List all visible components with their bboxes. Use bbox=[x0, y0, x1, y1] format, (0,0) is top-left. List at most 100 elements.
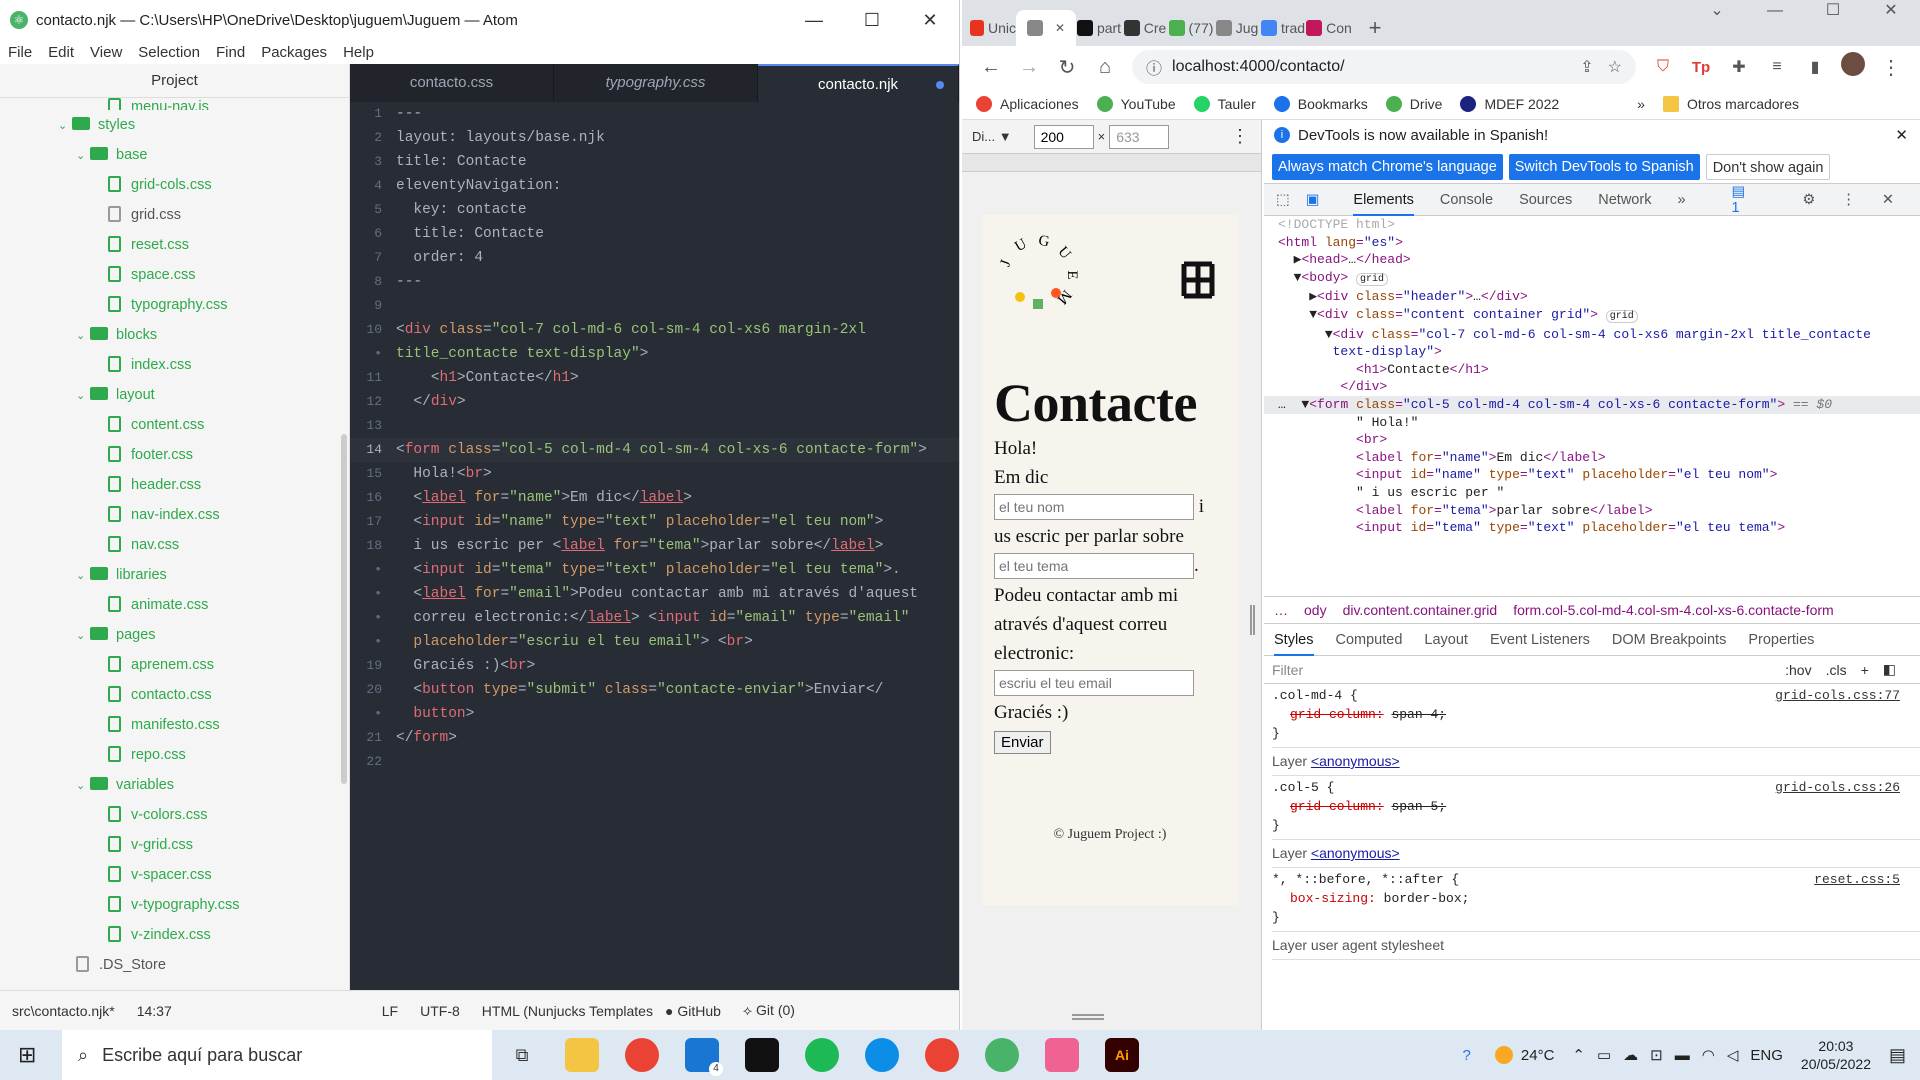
dont-show-button[interactable]: Don't show again bbox=[1705, 153, 1831, 180]
close-devtools-icon[interactable]: ✕ bbox=[1882, 192, 1894, 208]
browser-tab[interactable]: part bbox=[1076, 10, 1122, 46]
match-language-button[interactable]: Always match Chrome's language bbox=[1272, 153, 1503, 180]
mail-icon[interactable]: 4 bbox=[685, 1038, 723, 1076]
filter-input[interactable]: Filter bbox=[1272, 662, 1785, 678]
resize-handle[interactable] bbox=[1250, 605, 1255, 635]
illustrator-icon[interactable]: Ai bbox=[1105, 1038, 1139, 1072]
more-bookmarks-icon[interactable]: » bbox=[1637, 96, 1645, 112]
rule-declaration[interactable]: grid-column: span 5; bbox=[1272, 797, 1920, 816]
code-line[interactable]: 12 </div> bbox=[350, 390, 959, 414]
computed-toggle-icon[interactable]: ◧ bbox=[1883, 661, 1896, 678]
netflix-icon[interactable] bbox=[745, 1038, 779, 1072]
dom-node[interactable]: </div> bbox=[1278, 378, 1920, 396]
temperature[interactable]: 24°C bbox=[1521, 1047, 1555, 1064]
edge-icon[interactable] bbox=[865, 1038, 899, 1072]
code-editor[interactable]: contacto.css typography.css contacto.njk 1… bbox=[350, 64, 959, 990]
file-item[interactable]: menu-nav.js bbox=[0, 98, 349, 110]
dom-node[interactable]: ▼<div class="col-7 col-md-6 col-sm-4 col… bbox=[1278, 326, 1920, 344]
rule-source-link[interactable]: grid-cols.css:77 bbox=[1775, 686, 1900, 705]
file-item[interactable]: nav-index.css bbox=[0, 500, 349, 530]
code-line[interactable]: 4 eleventyNavigation: bbox=[350, 174, 959, 198]
file-item[interactable]: grid-cols.css bbox=[0, 170, 349, 200]
rule-declaration[interactable]: box-sizing: border-box; bbox=[1272, 889, 1920, 908]
devtools-tab-sources[interactable]: Sources bbox=[1519, 192, 1572, 208]
chrome-menu-icon[interactable]: ⋮ bbox=[1872, 55, 1910, 80]
tema-input[interactable] bbox=[994, 553, 1194, 579]
dom-node[interactable]: <label for="name">Em dic</label> bbox=[1278, 449, 1920, 467]
folder-item[interactable]: ⌄ layout bbox=[0, 380, 349, 410]
dom-node[interactable]: ▶<head>…</head> bbox=[1278, 251, 1920, 269]
status-encoding[interactable]: UTF-8 bbox=[420, 1003, 460, 1019]
more-icon[interactable]: ⋮ bbox=[1231, 126, 1249, 147]
battery-icon[interactable]: ▬ bbox=[1675, 1047, 1690, 1064]
browser-tab[interactable]: Jug bbox=[1214, 10, 1260, 46]
chevron-up-icon[interactable]: ⌃ bbox=[1572, 1046, 1585, 1064]
layer-link[interactable]: <anonymous> bbox=[1311, 753, 1400, 769]
folder-item[interactable]: ⌄ libraries bbox=[0, 560, 349, 590]
star-icon[interactable]: ☆ bbox=[1608, 57, 1622, 77]
extension-tp-icon[interactable]: Tp bbox=[1682, 59, 1720, 76]
close-tab-icon[interactable]: ✕ bbox=[1055, 21, 1065, 35]
cls-button[interactable]: .cls bbox=[1826, 662, 1847, 678]
dom-node[interactable]: <html lang="es"> bbox=[1278, 234, 1920, 252]
status-eol[interactable]: LF bbox=[382, 1003, 398, 1019]
menu-item-file[interactable]: File bbox=[8, 44, 32, 61]
bookmark-item[interactable]: MDEF 2022 bbox=[1460, 95, 1559, 112]
code-line[interactable]: 19 Graciés :)<br> bbox=[350, 654, 959, 678]
dom-node[interactable]: ▼<div class="content container grid"> gr… bbox=[1278, 306, 1920, 326]
code-line[interactable]: 3 title: Contacte bbox=[350, 150, 959, 174]
menu-icon[interactable] bbox=[1180, 260, 1216, 300]
folder-item[interactable]: ⌄ base bbox=[0, 140, 349, 170]
file-item[interactable]: v-typography.css bbox=[0, 890, 349, 920]
file-item[interactable]: animate.css bbox=[0, 590, 349, 620]
code-line[interactable]: 7 order: 4 bbox=[350, 246, 959, 270]
file-explorer-icon[interactable] bbox=[565, 1038, 599, 1072]
url-input[interactable]: ⓘ localhost:4000/contacto/ ⇪ ☆ bbox=[1132, 50, 1636, 84]
dom-node-selected[interactable]: … ▼<form class="col-5 col-md-4 col-sm-4 … bbox=[1264, 395, 1920, 414]
menu-item-view[interactable]: View bbox=[90, 44, 122, 61]
style-rule[interactable]: *, *::before, *::after {reset.css:5 box-s… bbox=[1272, 868, 1920, 932]
windows-start-icon[interactable]: ⊞ bbox=[18, 1042, 36, 1068]
name-input[interactable] bbox=[994, 494, 1194, 520]
device-icon[interactable]: ▭ bbox=[1597, 1046, 1611, 1064]
minimize-button[interactable]: — bbox=[1746, 0, 1804, 22]
inspect-icon[interactable]: ⬚ bbox=[1276, 192, 1290, 208]
kebab-menu-icon[interactable]: ⋮ bbox=[1841, 192, 1856, 208]
menu-item-selection[interactable]: Selection bbox=[138, 44, 200, 61]
chrome-profile-icon[interactable] bbox=[925, 1038, 959, 1072]
status-path[interactable]: src\contacto.njk* bbox=[12, 1003, 115, 1019]
code-line[interactable]: 20 <button type="submit" class="contacte… bbox=[350, 678, 959, 702]
width-input[interactable] bbox=[1033, 124, 1094, 149]
menu-item-edit[interactable]: Edit bbox=[48, 44, 74, 61]
code-line[interactable]: 14 <form class="col-5 col-md-4 col-sm-4 c… bbox=[350, 438, 959, 462]
browser-tab[interactable]: ✕ bbox=[1016, 10, 1076, 46]
code-line[interactable]: 6 title: Contacte bbox=[350, 222, 959, 246]
dom-node[interactable]: ▼<body> grid bbox=[1278, 269, 1920, 289]
resize-handle-bottom[interactable] bbox=[1072, 1014, 1104, 1020]
issues-badge[interactable]: ▤ 1 bbox=[1732, 184, 1767, 216]
style-rule[interactable]: .col-5 {grid-cols.css:26 grid-column: spa… bbox=[1272, 776, 1920, 840]
code-line[interactable]: 5 key: contacte bbox=[350, 198, 959, 222]
styles-tab[interactable]: Event Listeners bbox=[1490, 632, 1590, 648]
dom-node[interactable]: <!DOCTYPE html> bbox=[1278, 216, 1920, 234]
rule-source-link[interactable]: grid-cols.css:26 bbox=[1775, 778, 1900, 797]
minimize-button[interactable]: — bbox=[785, 10, 843, 31]
code-line[interactable]: 21 </form> bbox=[350, 726, 959, 750]
new-rule-icon[interactable]: + bbox=[1861, 662, 1869, 678]
info-icon[interactable]: ⓘ bbox=[1146, 55, 1162, 79]
email-input[interactable] bbox=[994, 670, 1194, 696]
close-button[interactable]: ✕ bbox=[901, 10, 959, 31]
status-cursor[interactable]: 14:37 bbox=[137, 1003, 172, 1019]
bookmark-item[interactable]: Aplicaciones bbox=[976, 95, 1079, 112]
dom-node[interactable]: " Hola!" bbox=[1278, 414, 1920, 432]
cloud-icon[interactable]: ☁ bbox=[1623, 1046, 1638, 1064]
switch-spanish-button[interactable]: Switch DevTools to Spanish bbox=[1508, 153, 1700, 180]
file-item[interactable]: header.css bbox=[0, 470, 349, 500]
browser-tab[interactable]: Cre bbox=[1122, 10, 1168, 46]
dom-node[interactable]: " i us escric per " bbox=[1278, 484, 1920, 502]
reload-icon[interactable]: ↻ bbox=[1048, 55, 1086, 80]
height-input[interactable] bbox=[1109, 124, 1170, 149]
file-item[interactable]: aprenem.css bbox=[0, 650, 349, 680]
close-notice-icon[interactable]: ✕ bbox=[1895, 126, 1908, 144]
code-line[interactable]: 13 bbox=[350, 414, 959, 438]
